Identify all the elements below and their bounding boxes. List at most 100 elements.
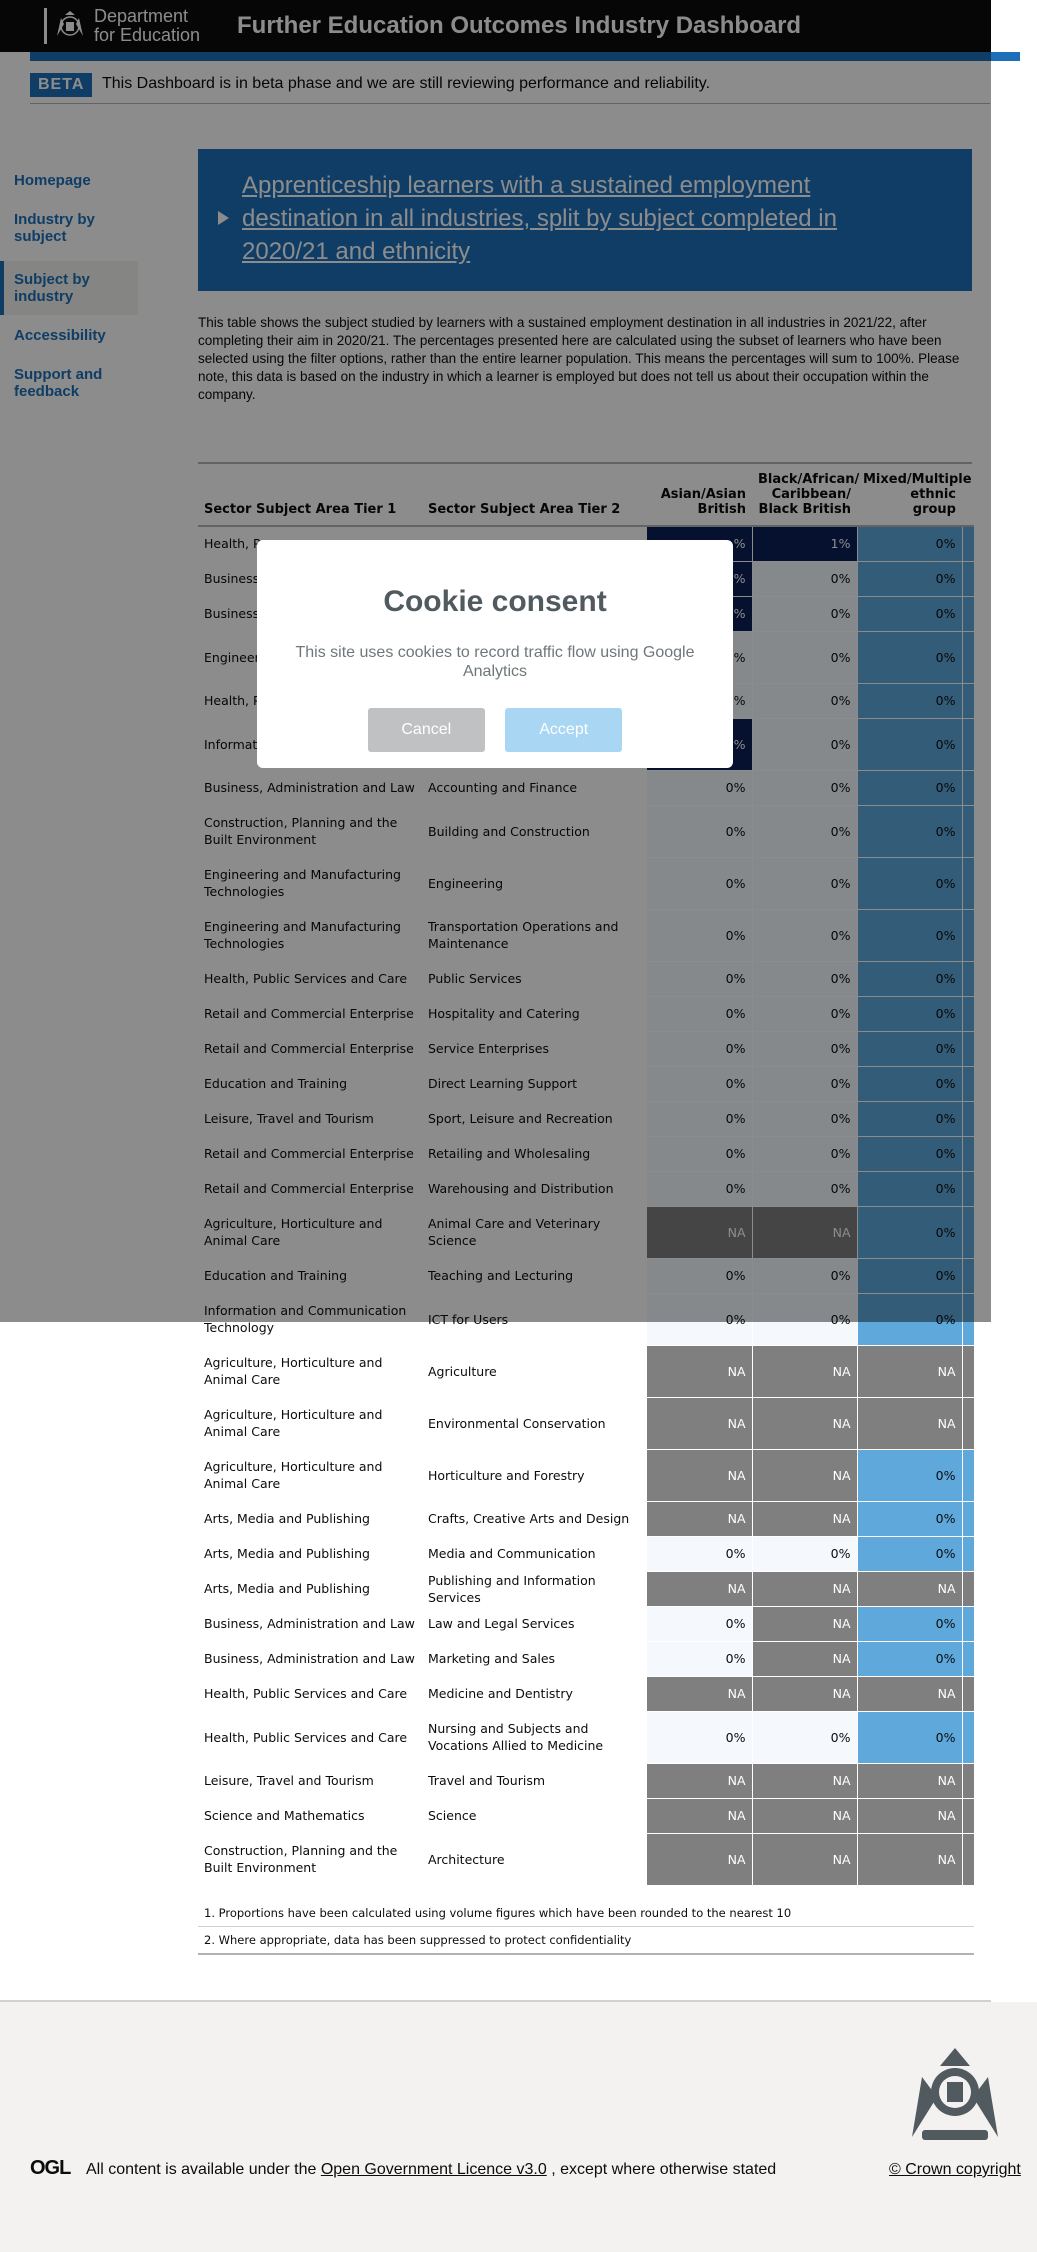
cell-black: NA <box>752 1345 858 1398</box>
table-row: Construction, Planning and the Built Env… <box>198 1833 974 1886</box>
cell-tier1: Arts, Media and Publishing <box>198 1536 422 1572</box>
cell-black: 0% <box>752 1536 858 1572</box>
cell-asian: NA <box>647 1449 753 1502</box>
cookie-accept-button[interactable]: Accept <box>505 708 623 752</box>
cell-tier1: Health, Public Services and Care <box>198 1711 422 1764</box>
cell-overflow <box>962 1501 974 1537</box>
cell-tier2: Marketing and Sales <box>422 1641 647 1677</box>
cell-tier1: Leisure, Travel and Tourism <box>198 1763 422 1799</box>
ogl-licence-link[interactable]: Open Government Licence v3.0 <box>321 2161 547 2178</box>
cell-asian: NA <box>647 1676 753 1712</box>
cell-asian: NA <box>647 1798 753 1834</box>
ogl-logo[interactable]: OGL <box>30 2157 71 2180</box>
cookie-buttons: Cancel Accept <box>257 708 733 752</box>
cookie-cancel-button[interactable]: Cancel <box>367 708 485 752</box>
cell-tier2: Environmental Conservation <box>422 1397 647 1450</box>
cell-mixed: 0% <box>857 1501 963 1537</box>
cell-overflow <box>962 1763 974 1799</box>
cell-tier2: Medicine and Dentistry <box>422 1676 647 1712</box>
cell-black: NA <box>752 1763 858 1799</box>
cell-mixed: 0% <box>857 1449 963 1502</box>
cell-asian: 0% <box>647 1606 753 1642</box>
cell-asian: NA <box>647 1397 753 1450</box>
cell-mixed: NA <box>857 1763 963 1799</box>
cell-asian: NA <box>647 1833 753 1886</box>
cell-asian: 0% <box>647 1641 753 1677</box>
table-row: Science and Mathematics Science NA NA NA <box>198 1798 974 1834</box>
cell-overflow <box>962 1606 974 1642</box>
cell-tier2: Architecture <box>422 1833 647 1886</box>
cell-black: NA <box>752 1833 858 1886</box>
cell-mixed: NA <box>857 1833 963 1886</box>
royal-coat-of-arms-icon <box>912 2048 998 2140</box>
table-row: Health, Public Services and Care Nursing … <box>198 1711 974 1764</box>
cell-tier2: Media and Communication <box>422 1536 647 1572</box>
cell-black: NA <box>752 1397 858 1450</box>
cell-mixed: 0% <box>857 1606 963 1642</box>
cell-black: NA <box>752 1449 858 1502</box>
table-row: Business, Administration and Law Marketin… <box>198 1641 974 1677</box>
table-row: Business, Administration and Law Law and … <box>198 1606 974 1642</box>
table-row: Arts, Media and Publishing Crafts, Creati… <box>198 1501 974 1537</box>
cell-overflow <box>962 1711 974 1764</box>
cell-tier1: Arts, Media and Publishing <box>198 1571 422 1607</box>
cell-asian: 0% <box>647 1711 753 1764</box>
cell-mixed: 0% <box>857 1641 963 1677</box>
cell-black: NA <box>752 1571 858 1607</box>
cell-mixed: NA <box>857 1676 963 1712</box>
cell-black: 0% <box>752 1711 858 1764</box>
table-row: Arts, Media and Publishing Publishing and… <box>198 1571 974 1607</box>
cell-tier1: Arts, Media and Publishing <box>198 1501 422 1537</box>
cell-overflow <box>962 1571 974 1607</box>
cell-tier2: Travel and Tourism <box>422 1763 647 1799</box>
licence-suffix: , except where otherwise stated <box>551 2161 777 2178</box>
cell-mixed: NA <box>857 1345 963 1398</box>
cookie-title: Cookie consent <box>383 585 607 618</box>
cell-overflow <box>962 1345 974 1398</box>
cell-tier1: Agriculture, Horticulture and Animal Car… <box>198 1397 422 1450</box>
cell-tier2: Publishing and Information Services <box>422 1571 647 1607</box>
cookie-message: This site uses cookies to record traffic… <box>295 644 695 680</box>
table-row: Arts, Media and Publishing Media and Comm… <box>198 1536 974 1572</box>
cell-overflow <box>962 1397 974 1450</box>
cell-tier2: Law and Legal Services <box>422 1606 647 1642</box>
cell-tier1: Business, Administration and Law <box>198 1641 422 1677</box>
table-notes: 1. Proportions have been calculated usin… <box>198 1900 974 1955</box>
note-suppression: 2. Where appropriate, data has been supp… <box>204 1933 632 1947</box>
cell-overflow <box>962 1833 974 1886</box>
cell-mixed: 0% <box>857 1536 963 1572</box>
site-footer: OGL All content is available under the O… <box>0 2002 1037 2252</box>
table-row: Leisure, Travel and Tourism Travel and To… <box>198 1763 974 1799</box>
cell-black: NA <box>752 1606 858 1642</box>
cell-mixed: NA <box>857 1397 963 1450</box>
cell-black: NA <box>752 1501 858 1537</box>
cell-tier1: Business, Administration and Law <box>198 1606 422 1642</box>
cell-overflow <box>962 1798 974 1834</box>
cell-tier2: Agriculture <box>422 1345 647 1398</box>
cell-tier1: Agriculture, Horticulture and Animal Car… <box>198 1449 422 1502</box>
cell-asian: NA <box>647 1345 753 1398</box>
cell-mixed: NA <box>857 1798 963 1834</box>
cell-tier1: Health, Public Services and Care <box>198 1676 422 1712</box>
cell-black: NA <box>752 1641 858 1677</box>
cell-overflow <box>962 1676 974 1712</box>
licence-text: All content is available under the Open … <box>86 2161 776 2179</box>
cell-mixed: NA <box>857 1571 963 1607</box>
cell-tier2: Science <box>422 1798 647 1834</box>
table-row: Agriculture, Horticulture and Animal Car… <box>198 1397 974 1450</box>
cell-overflow <box>962 1536 974 1572</box>
table-row: Agriculture, Horticulture and Animal Car… <box>198 1449 974 1502</box>
cell-overflow <box>962 1449 974 1502</box>
cell-tier2: Nursing and Subjects and Vocations Allie… <box>422 1711 647 1764</box>
cell-tier2: Crafts, Creative Arts and Design <box>422 1501 647 1537</box>
cell-black: NA <box>752 1798 858 1834</box>
licence-prefix: All content is available under the <box>86 2161 317 2178</box>
crown-copyright: © Crown copyright <box>889 2161 1021 2179</box>
crown-copyright-link[interactable]: © Crown copyright <box>889 2161 1021 2178</box>
cell-tier1: Science and Mathematics <box>198 1798 422 1834</box>
cell-asian: NA <box>647 1571 753 1607</box>
cell-overflow <box>962 1641 974 1677</box>
cell-tier2: Horticulture and Forestry <box>422 1449 647 1502</box>
table-row: Health, Public Services and Care Medicine… <box>198 1676 974 1712</box>
cell-asian: NA <box>647 1763 753 1799</box>
